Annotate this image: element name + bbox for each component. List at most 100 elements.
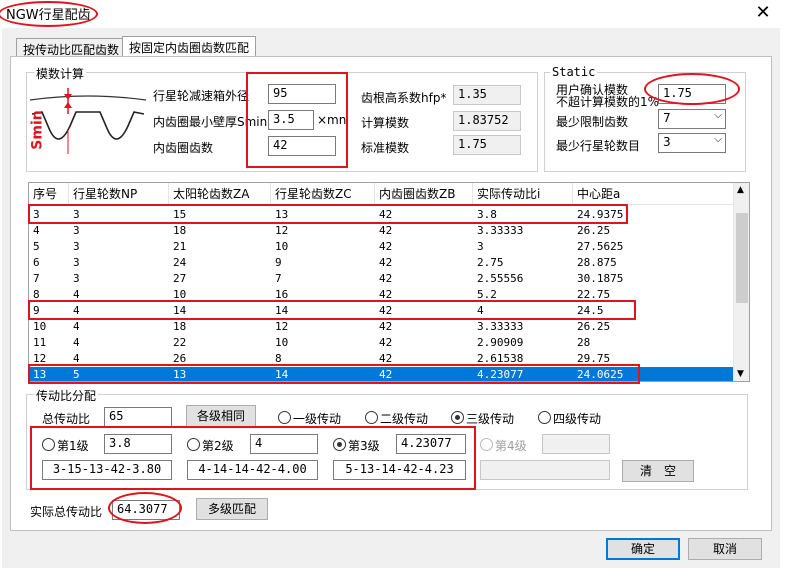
cell-center-distance: 27.5625 — [577, 240, 624, 253]
smin-label: Smin — [29, 110, 46, 150]
std-modulus-field: 1.75 — [453, 135, 521, 155]
cell-sun-teeth: 21 — [173, 240, 187, 253]
scroll-up-icon[interactable]: ▲ — [737, 185, 744, 195]
level-4-combo — [480, 460, 610, 480]
cell-center-distance: 26.25 — [577, 224, 611, 237]
cell-sun-teeth: 18 — [173, 224, 187, 237]
chevron-down-icon: ⌵ — [714, 110, 722, 121]
equal-stages-button[interactable]: 各级相同 — [186, 405, 256, 427]
cell-actual-ratio: 3.33333 — [477, 320, 524, 333]
stage-3-radio[interactable] — [451, 411, 464, 424]
cell-ring-teeth: 42 — [379, 336, 393, 349]
scroll-down-icon[interactable]: ▼ — [737, 369, 744, 379]
cell-planet-count: 3 — [73, 240, 80, 253]
cell-actual-ratio: 2.75 — [477, 256, 504, 269]
cell-planet-teeth: 9 — [275, 256, 282, 269]
min-planet-count-select[interactable]: 3 ⌵ — [658, 133, 726, 153]
cell-sun-teeth: 27 — [173, 272, 187, 285]
cell-planet-teeth: 12 — [275, 224, 289, 237]
cell-sun-teeth: 18 — [173, 320, 187, 333]
ratio-group-title: 传动比分配 — [34, 387, 99, 404]
cell-planet-teeth: 10 — [275, 240, 289, 253]
ok-button[interactable]: 确定 — [606, 538, 680, 560]
calc-modulus-label: 计算模数 — [361, 116, 410, 130]
cell-planet-teeth: 10 — [275, 336, 289, 349]
ring-gear-diagram — [30, 88, 146, 154]
chevron-down-icon: ⌵ — [714, 134, 722, 145]
modulus-group-title: 模数计算 — [34, 65, 87, 82]
stage-3-label: 三级传动 — [466, 412, 515, 426]
stage-2-radio[interactable] — [365, 411, 378, 424]
cell-center-distance: 30.1875 — [577, 272, 624, 285]
cell-index: 5 — [33, 240, 40, 253]
table-scrollbar[interactable]: ▲ ▼ — [733, 183, 749, 381]
stage-4-radio[interactable] — [538, 411, 551, 424]
dedendum-coeff-field: 1.35 — [453, 85, 521, 105]
annotation-box-inputs — [246, 72, 348, 168]
cell-index: 7 — [33, 272, 40, 285]
col-actual-ratio[interactable]: 实际传动比i — [473, 183, 573, 205]
cell-actual-ratio: 3 — [477, 240, 484, 253]
table-row[interactable]: 11 4 22 10 42 2.90909 28 — [29, 335, 735, 351]
table-row[interactable]: 4 3 18 12 42 3.33333 26.25 — [29, 223, 735, 239]
cell-planet-count: 3 — [73, 272, 80, 285]
col-center-distance[interactable]: 中心距a — [573, 183, 735, 205]
cell-index: 10 — [33, 320, 47, 333]
cell-actual-ratio: 2.55556 — [477, 272, 524, 285]
cell-center-distance: 26.25 — [577, 320, 611, 333]
cell-ring-teeth: 42 — [379, 320, 393, 333]
close-icon[interactable]: ✕ — [752, 2, 774, 24]
table-row[interactable]: 10 4 18 12 42 3.33333 26.25 — [29, 319, 735, 335]
cell-center-distance: 28 — [577, 336, 591, 349]
annotation-box-row-9 — [28, 300, 636, 320]
min-planet-count-label: 最少行星轮数目 — [556, 139, 641, 153]
cell-ring-teeth: 42 — [379, 272, 393, 285]
table-row[interactable]: 6 3 24 9 42 2.75 28.875 — [29, 255, 735, 271]
table-row[interactable]: 5 3 21 10 42 3 27.5625 — [29, 239, 735, 255]
ring-teeth-label: 内齿圈齿数 — [153, 141, 214, 155]
min-limit-teeth-select[interactable]: 7 ⌵ — [658, 109, 726, 129]
stage-2-label: 二级传动 — [380, 412, 429, 426]
scroll-thumb[interactable] — [736, 213, 748, 303]
cell-ring-teeth: 42 — [379, 224, 393, 237]
cell-index: 6 — [33, 256, 40, 269]
clear-button[interactable]: 清 空 — [622, 460, 694, 482]
min-limit-teeth-value: 7 — [663, 111, 671, 125]
col-planet-count[interactable]: 行星轮数NP — [69, 183, 169, 205]
col-planet-teeth[interactable]: 行星轮齿数ZC — [271, 183, 375, 205]
calc-modulus-field: 1.83752 — [453, 111, 521, 131]
level-4-label: 第4级 — [495, 439, 527, 453]
user-modulus-hint: 不超计算模数的1% — [556, 95, 660, 109]
cell-planet-count: 3 — [73, 256, 80, 269]
annotation-box-row-3 — [28, 204, 628, 224]
table-header: 序号 行星轮数NP 太阳轮齿数ZA 行星轮齿数ZC 内齿圈齿数ZB 实际传动比i… — [29, 183, 735, 205]
cell-index: 11 — [33, 336, 47, 349]
cancel-button[interactable]: 取消 — [688, 538, 762, 560]
total-ratio-input[interactable]: 65 — [104, 407, 172, 427]
cell-planet-teeth: 12 — [275, 320, 289, 333]
tab-fixed-ring-match[interactable]: 按固定内齿圈齿数匹配 — [122, 36, 257, 58]
cell-center-distance: 28.875 — [577, 256, 617, 269]
cell-sun-teeth: 24 — [173, 256, 187, 269]
stage-1-radio[interactable] — [278, 411, 291, 424]
annotation-box-row-13 — [28, 364, 640, 384]
cell-index: 4 — [33, 224, 40, 237]
title-bar: NGW行星配齿 ✕ — [0, 0, 788, 28]
housing-diameter-label: 行星轮减速箱外径 — [153, 89, 250, 103]
annotation-oval-actual-total — [108, 492, 182, 524]
col-sun-teeth[interactable]: 太阳轮齿数ZA — [169, 183, 271, 205]
dedendum-coeff-label: 齿根高系数hfp* — [361, 91, 447, 105]
table-row[interactable]: 7 3 27 7 42 2.55556 30.1875 — [29, 271, 735, 287]
cell-sun-teeth: 22 — [173, 336, 187, 349]
col-index[interactable]: 序号 — [29, 183, 69, 205]
col-ring-teeth[interactable]: 内齿圈齿数ZB — [375, 183, 473, 205]
tab-ratio-match[interactable]: 按传动比匹配齿数 — [16, 38, 127, 58]
cell-actual-ratio: 2.90909 — [477, 336, 524, 349]
static-group-title: Static — [550, 65, 598, 79]
annotation-box-stages — [30, 426, 476, 490]
cell-planet-teeth: 7 — [275, 272, 282, 285]
total-ratio-label: 总传动比 — [42, 412, 91, 426]
multi-stage-match-button[interactable]: 多级匹配 — [196, 498, 268, 520]
actual-total-ratio-label: 实际总传动比 — [30, 505, 103, 519]
level-4-radio — [480, 438, 493, 451]
